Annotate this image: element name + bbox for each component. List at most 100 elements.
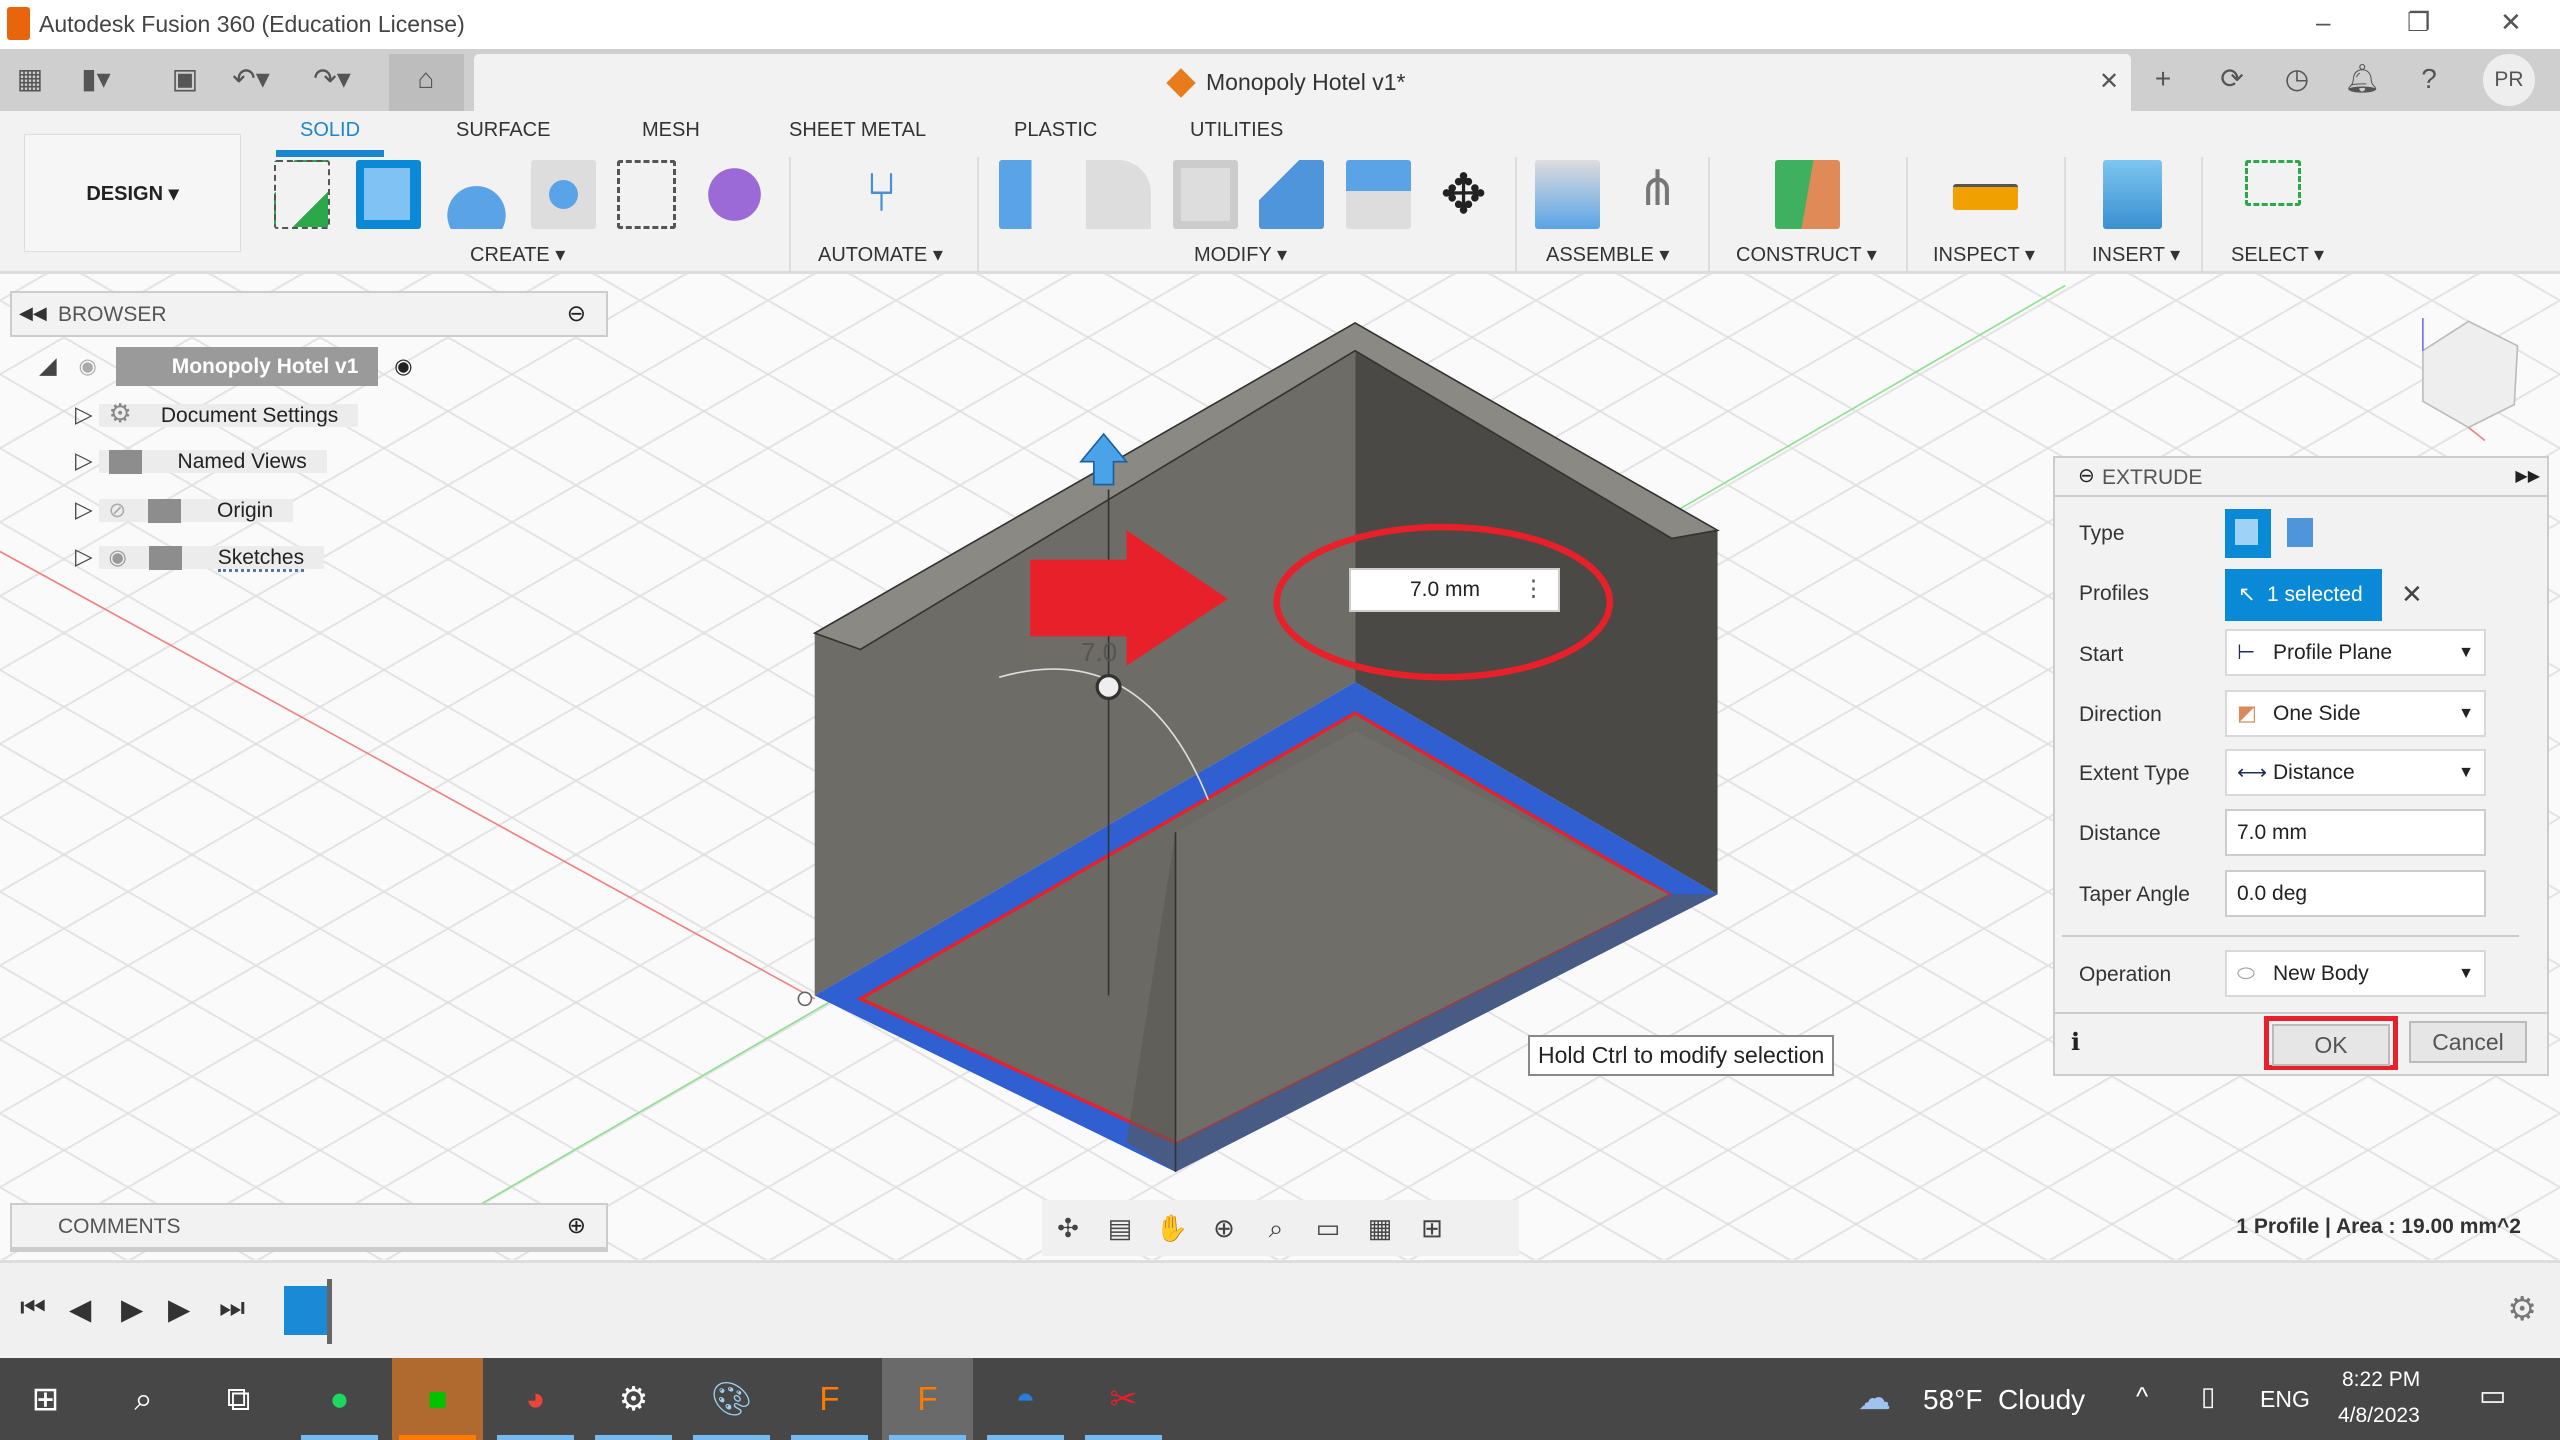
select-menu[interactable]: SELECT ▾ (2231, 242, 2324, 267)
move-icon[interactable]: ✥ (1431, 160, 1496, 229)
job-status-icon[interactable]: ◷ (2277, 62, 2317, 95)
tree-item-named-views[interactable]: ▷ Named Views (75, 441, 327, 480)
create-form-icon[interactable] (702, 160, 767, 229)
restore-button[interactable]: ❐ (2407, 7, 2430, 38)
clock-time[interactable]: 8:22 PM (2342, 1368, 2420, 1392)
inspect-menu[interactable]: INSPECT ▾ (1933, 242, 2035, 267)
play-icon[interactable]: ▶ (121, 1292, 143, 1327)
home-icon[interactable]: ⌂ (406, 62, 446, 95)
create-sketch-icon[interactable] (274, 160, 330, 229)
extent-type-dropdown[interactable]: ⟷ Distance ▼ (2225, 749, 2486, 796)
undo-icon[interactable]: ↶▾ (231, 62, 271, 95)
taper-angle-input[interactable]: 0.0 deg (2225, 870, 2486, 917)
more-options-icon[interactable]: ⋮ (1522, 575, 1545, 602)
file-menu-icon[interactable]: ▮▾ (76, 62, 116, 95)
extensions-icon[interactable]: ⟳ (2212, 62, 2252, 95)
zoom-icon[interactable]: ⊕ (1198, 1200, 1250, 1256)
tab-sheet-metal[interactable]: SHEET METAL (789, 119, 926, 142)
tree-item-sketches[interactable]: ▷ ◉ Sketches (75, 537, 325, 576)
shell-icon[interactable] (1173, 160, 1238, 229)
grid-settings-icon[interactable]: ▦ (1354, 1200, 1406, 1256)
tab-utilities[interactable]: UTILITIES (1190, 119, 1283, 142)
expand-dialog-icon[interactable]: ▶▶ (2515, 466, 2540, 486)
hidden-eye-icon[interactable]: ⊘ (109, 499, 127, 522)
device-icon[interactable]: ▯ (2201, 1381, 2215, 1412)
tree-item-origin[interactable]: ▷ ⊘ Origin (75, 490, 294, 529)
tab-solid[interactable]: SOLID (300, 119, 360, 142)
clock-date[interactable]: 4/8/2023 (2338, 1404, 2420, 1428)
close-button[interactable]: ✕ (2500, 7, 2522, 38)
fusion360-active-icon[interactable]: F (882, 1358, 973, 1440)
insert-menu[interactable]: INSERT ▾ (2092, 242, 2180, 267)
visibility-eye-icon[interactable]: ◉ (109, 546, 127, 569)
tab-plastic[interactable]: PLASTIC (1014, 119, 1097, 142)
extrude-icon[interactable] (364, 168, 410, 220)
redo-icon[interactable]: ↷▾ (312, 62, 352, 95)
fillet-icon[interactable] (1086, 160, 1151, 229)
expand-icon[interactable]: ▷ (75, 401, 93, 427)
search-icon[interactable]: ⌕ (98, 1358, 189, 1440)
info-icon[interactable]: ℹ (2071, 1028, 2080, 1057)
display-settings-icon[interactable]: ▭ (1302, 1200, 1354, 1256)
operation-dropdown[interactable]: ⬭ New Body ▼ (2225, 950, 2486, 997)
modify-menu[interactable]: MODIFY ▾ (1194, 242, 1287, 267)
first-step-icon[interactable]: ⏮ (20, 1292, 46, 1325)
minimize-browser-icon[interactable]: ⊖ (567, 300, 586, 327)
distance-input[interactable]: 7.0 mm (2225, 809, 2486, 856)
combine-icon[interactable] (1259, 160, 1324, 229)
distance-heads-up-input[interactable]: 7.0 mm ⋮ (1349, 568, 1560, 612)
profiles-select-button[interactable]: ↖ 1 selected (2225, 569, 2382, 621)
app-icon[interactable]: ◓ (980, 1358, 1071, 1440)
automate-icon[interactable]: ⑂ (849, 160, 914, 229)
weather-text[interactable]: 58°F Cloudy (1923, 1384, 2085, 1416)
previous-step-icon[interactable]: ◀ (69, 1292, 91, 1327)
new-tab-icon[interactable]: + (2143, 62, 2183, 95)
language-indicator[interactable]: ENG (2260, 1386, 2310, 1413)
snipping-tool-icon[interactable]: ✂ (1078, 1358, 1169, 1440)
help-icon[interactable]: ? (2409, 62, 2449, 95)
show-hidden-icons[interactable]: ^ (2136, 1381, 2148, 1412)
notifications-icon[interactable]: 🔔︎ (2342, 62, 2382, 95)
timeline-marker[interactable] (327, 1279, 332, 1344)
next-step-icon[interactable]: ▶ (168, 1292, 190, 1327)
hole-icon[interactable] (531, 160, 596, 229)
clear-selection-icon[interactable]: ✕ (2401, 579, 2423, 610)
fusion360-icon[interactable]: F (784, 1358, 875, 1440)
pan-icon[interactable]: ✋ (1146, 1200, 1198, 1256)
expand-icon[interactable]: ◢ (39, 352, 57, 378)
notifications-center-icon[interactable]: ▭ (2479, 1378, 2506, 1413)
add-comment-icon[interactable]: ⊕ (567, 1212, 586, 1239)
settings-gear-icon[interactable]: ⚙ (588, 1358, 679, 1440)
automate-menu[interactable]: AUTOMATE ▾ (818, 242, 943, 267)
expand-icon[interactable]: ▷ (75, 543, 93, 569)
save-icon[interactable]: ▣ (165, 62, 205, 95)
start-button[interactable]: ⊞ (0, 1358, 91, 1440)
document-tab[interactable]: Monopoly Hotel v1* ✕ (474, 54, 2131, 111)
measure-icon[interactable] (1953, 184, 2018, 210)
select-icon[interactable] (2245, 160, 2301, 206)
expand-icon[interactable]: ▷ (75, 496, 93, 522)
press-pull-icon[interactable] (999, 160, 1064, 229)
tab-surface[interactable]: SURFACE (456, 119, 550, 142)
pattern-icon[interactable] (617, 160, 676, 229)
paint-icon[interactable]: 🎨︎ (686, 1358, 777, 1440)
type-thin-button[interactable] (2287, 518, 2313, 547)
orbit-icon[interactable]: ✣ (1042, 1200, 1094, 1256)
workspace-switcher[interactable]: DESIGN ▾ (24, 134, 241, 252)
visibility-eye-icon[interactable]: ◉ (79, 355, 97, 378)
type-solid-button[interactable] (2225, 509, 2271, 558)
chrome-icon[interactable]: ◕ (490, 1358, 581, 1440)
activate-radio-icon[interactable]: ◉ (394, 355, 412, 378)
minimize-button[interactable]: – (2316, 7, 2330, 38)
start-dropdown[interactable]: ⊢ Profile Plane ▼ (2225, 629, 2486, 676)
line-icon[interactable]: ■ (392, 1358, 483, 1440)
tree-item-root[interactable]: ◢ ◉ Monopoly Hotel v1 ◉ (39, 346, 413, 386)
apps-grid-icon[interactable]: ▦ (10, 62, 50, 95)
construct-menu[interactable]: CONSTRUCT ▾ (1736, 242, 1877, 267)
tab-mesh[interactable]: MESH (642, 119, 700, 142)
tree-item-document-settings[interactable]: ▷ ⚙ Document Settings (75, 394, 359, 433)
insert-image-icon[interactable] (2103, 160, 2162, 229)
fit-icon[interactable]: ⌕ (1250, 1200, 1302, 1256)
revolve-icon[interactable] (444, 160, 509, 229)
create-menu[interactable]: CREATE ▾ (470, 242, 565, 267)
